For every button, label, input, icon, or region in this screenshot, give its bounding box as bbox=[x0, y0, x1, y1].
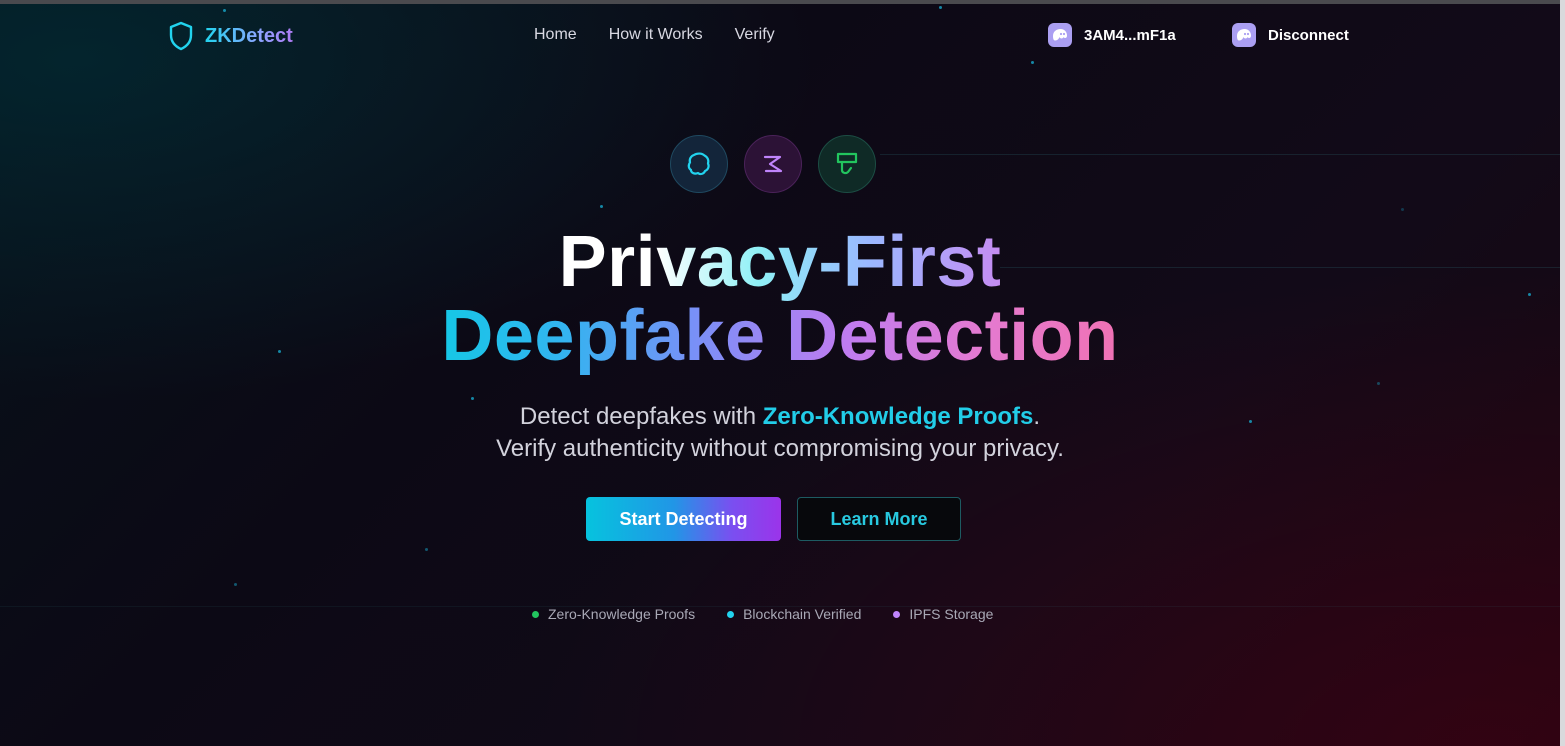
shield-logo-icon bbox=[169, 21, 193, 51]
feature-label: Zero-Knowledge Proofs bbox=[548, 606, 696, 622]
brain-icon bbox=[687, 152, 710, 176]
decor-dot bbox=[1401, 208, 1404, 211]
scrollbar[interactable] bbox=[1560, 0, 1565, 746]
hero-subtitle-line1: Detect deepfakes with Zero-Knowledge Pro… bbox=[0, 401, 1560, 433]
hero-subtitle: Detect deepfakes with Zero-Knowledge Pro… bbox=[0, 401, 1560, 465]
hero-title-line1-text: Privacy-First bbox=[558, 222, 1002, 302]
zap-icon bbox=[763, 155, 783, 173]
decor-dot bbox=[1377, 382, 1380, 385]
subtitle-suffix: . bbox=[1033, 403, 1041, 430]
feature-item: Blockchain Verified bbox=[727, 606, 861, 622]
status-dot-icon bbox=[532, 610, 539, 618]
zap-icon-badge bbox=[744, 135, 802, 193]
shield-check-icon-badge bbox=[818, 135, 876, 193]
learn-more-button[interactable]: Learn More bbox=[797, 497, 961, 541]
decor-dot bbox=[471, 397, 474, 400]
nav-link-how-it-works[interactable]: How it Works bbox=[609, 26, 703, 44]
hero-subtitle-line2: Verify authenticity without compromising… bbox=[496, 435, 1064, 462]
brain-icon-badge bbox=[670, 135, 728, 193]
phantom-wallet-icon bbox=[1232, 23, 1256, 47]
shield-icon bbox=[836, 152, 858, 175]
nav-link-verify[interactable]: Verify bbox=[735, 26, 775, 44]
start-detecting-button[interactable]: Start Detecting bbox=[586, 497, 781, 541]
feature-item: IPFS Storage bbox=[893, 606, 993, 622]
nav-link-home[interactable]: Home bbox=[534, 26, 577, 44]
status-dot-icon bbox=[893, 610, 901, 618]
disconnect-label: Disconnect bbox=[1268, 26, 1349, 44]
hero-title-line1: Privacy-First bbox=[0, 224, 1560, 300]
feature-label: IPFS Storage bbox=[909, 606, 994, 622]
hero-title-line2-text: Deepfake Detection bbox=[441, 296, 1119, 376]
brand-logo[interactable]: ZKDetect bbox=[168, 21, 293, 51]
disconnect-button[interactable]: Disconnect bbox=[1232, 23, 1349, 47]
feature-item: Zero-Knowledge Proofs bbox=[532, 606, 695, 622]
top-navbar: ZKDetect Home How it Works Verify 3AM4..… bbox=[0, 4, 1560, 66]
brand-name: ZKDetect bbox=[205, 24, 293, 47]
wallet-address: 3AM4...mF1a bbox=[1084, 26, 1176, 44]
decor-dot bbox=[234, 583, 237, 586]
feature-label: Blockchain Verified bbox=[743, 606, 862, 622]
subtitle-highlight: Zero-Knowledge Proofs bbox=[762, 403, 1034, 430]
phantom-wallet-icon bbox=[1048, 23, 1072, 47]
wallet-address-button[interactable]: 3AM4...mF1a bbox=[1048, 23, 1176, 47]
hero-icon-row bbox=[670, 135, 876, 193]
decor-dot bbox=[600, 205, 603, 208]
hero-title-line2: Deepfake Detection bbox=[0, 297, 1560, 375]
feature-list: Zero-Knowledge Proofs Blockchain Verifie… bbox=[532, 606, 993, 622]
subtitle-prefix: Detect deepfakes with bbox=[519, 403, 763, 430]
decor-line bbox=[880, 154, 1560, 155]
nav-links: Home How it Works Verify bbox=[534, 26, 775, 44]
status-dot-icon bbox=[727, 610, 735, 618]
decor-dot bbox=[425, 548, 428, 551]
